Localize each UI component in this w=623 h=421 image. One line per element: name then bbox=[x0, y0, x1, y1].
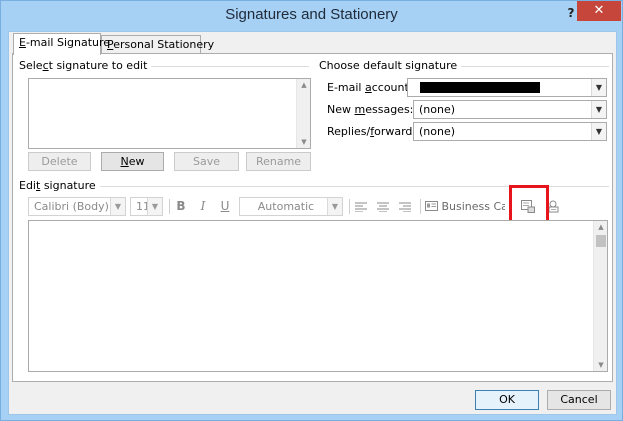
align-center-icon[interactable] bbox=[374, 197, 392, 216]
toolbar-separator bbox=[420, 199, 421, 214]
new-button[interactable]: New bbox=[101, 152, 164, 171]
edit-signature-label: Edit signature bbox=[19, 179, 100, 192]
business-card-label: Business Card bbox=[441, 200, 506, 213]
chevron-down-icon[interactable]: ▼ bbox=[591, 79, 606, 96]
save-button[interactable]: Save bbox=[174, 152, 239, 171]
cancel-button[interactable]: Cancel bbox=[547, 390, 611, 410]
signature-list-scrollbar[interactable]: ▲ ▼ bbox=[296, 79, 310, 148]
font-size-combo[interactable]: 11 ▼ bbox=[130, 197, 163, 216]
window-title: Signatures and Stationery bbox=[225, 6, 398, 23]
align-right-icon[interactable] bbox=[396, 197, 414, 216]
tab-email-signature-label: -mail Signature bbox=[25, 36, 111, 49]
font-name-value: Calibri (Body) bbox=[34, 200, 109, 213]
highlight-box bbox=[509, 185, 549, 225]
scroll-down-icon[interactable]: ▼ bbox=[594, 360, 608, 370]
dialog-client-area: E-mail Signature Personal Stationery Sel… bbox=[8, 31, 617, 415]
replies-forwards-label: Replies/forwards: bbox=[327, 125, 422, 138]
tab-email-signature-accel: E bbox=[19, 36, 26, 49]
title-bar[interactable]: Signatures and Stationery ? ✕ bbox=[1, 1, 622, 29]
font-color-value: Automatic bbox=[257, 200, 315, 213]
chevron-down-icon[interactable]: ▼ bbox=[147, 198, 162, 215]
chevron-down-icon[interactable]: ▼ bbox=[591, 101, 606, 118]
replies-forwards-value: (none) bbox=[419, 125, 456, 138]
business-card-button[interactable]: Business Card bbox=[425, 197, 505, 216]
close-button[interactable]: ✕ bbox=[577, 1, 621, 21]
scrollbar-thumb[interactable] bbox=[596, 235, 606, 247]
tab-personal-stationery-label: ersonal Stationery bbox=[113, 38, 215, 51]
delete-button[interactable]: Delete bbox=[28, 152, 91, 171]
rename-button[interactable]: Rename bbox=[246, 152, 311, 171]
bold-button[interactable]: B bbox=[172, 197, 190, 216]
font-color-combo[interactable]: Automatic ▼ bbox=[239, 197, 343, 216]
tab-email-signature[interactable]: E-mail Signature bbox=[13, 33, 110, 55]
scroll-up-icon[interactable]: ▲ bbox=[297, 80, 311, 90]
chevron-down-icon[interactable]: ▼ bbox=[327, 198, 342, 215]
ok-button[interactable]: OK bbox=[475, 390, 539, 410]
scroll-down-icon[interactable]: ▼ bbox=[297, 137, 311, 147]
email-account-combo[interactable]: ▼ bbox=[407, 78, 607, 97]
font-name-combo[interactable]: Calibri (Body) ▼ bbox=[28, 197, 126, 216]
tab-personal-stationery[interactable]: Personal Stationery bbox=[101, 35, 214, 54]
scroll-up-icon[interactable]: ▲ bbox=[594, 222, 608, 232]
chevron-down-icon[interactable]: ▼ bbox=[591, 123, 606, 140]
email-account-label: E-mail account: bbox=[327, 81, 413, 94]
editor-scrollbar[interactable]: ▲ ▼ bbox=[593, 221, 607, 371]
redacted-account bbox=[420, 82, 540, 93]
email-signature-panel: Select signature to edit ▲ ▼ Delete New … bbox=[12, 53, 613, 382]
italic-button[interactable]: I bbox=[194, 197, 212, 216]
toolbar-separator bbox=[169, 199, 170, 214]
align-left-icon[interactable] bbox=[352, 197, 370, 216]
chevron-down-icon[interactable]: ▼ bbox=[110, 198, 125, 215]
new-messages-value: (none) bbox=[419, 103, 456, 116]
new-messages-combo[interactable]: (none) ▼ bbox=[413, 100, 607, 119]
new-messages-label: New messages: bbox=[327, 103, 414, 116]
default-signature-label: Choose default signature bbox=[319, 59, 462, 72]
signature-list[interactable]: ▲ ▼ bbox=[28, 78, 311, 149]
toolbar-separator bbox=[349, 199, 350, 214]
business-card-icon bbox=[425, 201, 438, 211]
dialog-window: Signatures and Stationery ? ✕ E-mail Sig… bbox=[0, 0, 623, 421]
underline-button[interactable]: U bbox=[216, 197, 234, 216]
signature-editor[interactable]: ▲ ▼ bbox=[28, 220, 608, 372]
replies-forwards-combo[interactable]: (none) ▼ bbox=[413, 122, 607, 141]
select-signature-label: Select signature to edit bbox=[19, 59, 152, 72]
